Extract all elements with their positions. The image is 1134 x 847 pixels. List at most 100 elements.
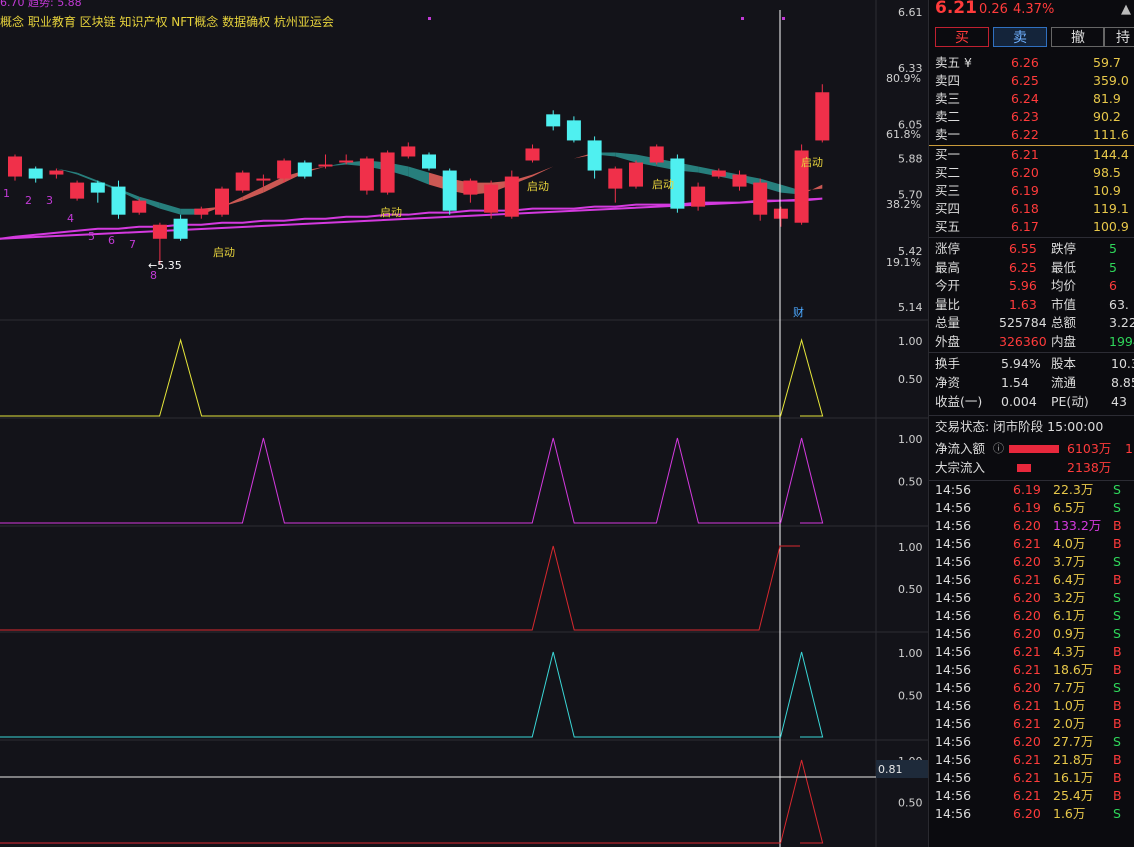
- candle: [70, 182, 85, 199]
- tick-side: B: [1113, 752, 1122, 767]
- buy-button[interactable]: 买: [935, 27, 989, 47]
- candle: [173, 218, 188, 239]
- marker-dot: [782, 17, 785, 20]
- candle: [773, 208, 788, 219]
- tick-side: S: [1113, 482, 1121, 497]
- tick-price: 6.19: [1013, 500, 1041, 515]
- stat-value: 5.96: [1009, 278, 1037, 293]
- candle: [484, 184, 499, 213]
- tick-row: 14:56 6.20 27.7万 S: [929, 733, 1134, 751]
- price-change: 0.26: [979, 2, 1008, 17]
- sell-order-row: 卖二 6.23 90.2: [929, 108, 1134, 126]
- tick-row: 14:56 6.20 6.1万 S: [929, 607, 1134, 625]
- cancel-button[interactable]: 撤: [1051, 27, 1105, 47]
- tick-side: B: [1113, 572, 1122, 587]
- tick-time: 14:56: [935, 626, 972, 641]
- tick-time: 14:56: [935, 500, 972, 515]
- candle: [649, 146, 664, 163]
- wave-label: 7: [129, 238, 136, 251]
- block-inflow-row: 大宗流入 2138万: [935, 460, 1112, 475]
- stat-value: 1.63: [1009, 296, 1037, 312]
- stat-value: 8.85: [1111, 375, 1134, 390]
- start-signal-label: 启动: [652, 178, 674, 191]
- tick-time: 14:56: [935, 680, 972, 695]
- order-price: 6.22: [1011, 127, 1039, 142]
- candle: [256, 178, 271, 181]
- tick-volume: 6.5万: [1053, 500, 1086, 515]
- stat-value: 6.55: [1009, 241, 1037, 256]
- order-price: 6.19: [1011, 183, 1039, 198]
- candle: [318, 164, 333, 167]
- wave-label: 3: [46, 194, 53, 207]
- tick-volume: 1.0万: [1053, 698, 1086, 713]
- indicator-axis-label: 0.50: [898, 690, 923, 703]
- order-label: 买五: [935, 219, 961, 234]
- tick-volume: 3.7万: [1053, 554, 1086, 569]
- tick-price: 6.20: [1013, 518, 1041, 533]
- candle: [401, 146, 416, 157]
- tick-side: B: [1113, 716, 1122, 731]
- tick-time: 14:56: [935, 536, 972, 551]
- candle: [132, 200, 147, 213]
- kline-chart-area[interactable]: 6.61 6.33 6.05 5.88 5.70 5.42 5.14 80.9% 61.8% 38…: [0, 0, 928, 847]
- tick-volume: 27.7万: [1053, 734, 1094, 749]
- stat-value: 5: [1109, 259, 1117, 275]
- marker-dot: [428, 17, 431, 20]
- candle: [215, 188, 229, 215]
- order-volume: 359.0: [1093, 73, 1129, 88]
- kline-chart[interactable]: 6.616.336.055.885.705.425.1480.9%61.8%38…: [0, 0, 928, 847]
- position-button[interactable]: 持: [1103, 27, 1134, 47]
- stat-value: 6.25: [1009, 259, 1037, 275]
- stat-key: 最低: [1051, 259, 1077, 275]
- candle: [546, 114, 561, 127]
- sell-button[interactable]: 卖: [993, 27, 1047, 47]
- stat-key: 涨停: [935, 241, 961, 256]
- stat-value: 0.004: [1001, 394, 1037, 409]
- candle: [753, 182, 768, 215]
- sell-order-row: 卖三 6.24 81.9: [929, 90, 1134, 108]
- candle: [8, 156, 22, 177]
- stat-value: 6: [1109, 278, 1117, 293]
- tick-row: 14:56 6.21 18.6万 B: [929, 661, 1134, 679]
- tick-side: B: [1113, 518, 1122, 533]
- tick-volume: 22.3万: [1053, 482, 1094, 497]
- candle: [587, 140, 602, 171]
- tick-time: 14:56: [935, 644, 972, 659]
- start-signal-label: 启动: [380, 206, 402, 219]
- fib-pct-label: 19.1%: [886, 256, 921, 269]
- tick-side: S: [1113, 806, 1121, 821]
- tick-price: 6.20: [1013, 734, 1041, 749]
- candle: [815, 92, 830, 141]
- tick-row: 14:56 6.20 3.2万 S: [929, 589, 1134, 607]
- order-label: 卖二: [935, 109, 961, 124]
- stat-key: 最高: [935, 259, 961, 275]
- stat-value: 63.: [1109, 296, 1129, 312]
- info-icon[interactable]: ⓘ: [993, 440, 1004, 458]
- stat-key: PE(动): [1051, 394, 1089, 409]
- candle: [297, 162, 312, 177]
- tick-side: S: [1113, 590, 1121, 605]
- tick-volume: 6.4万: [1053, 572, 1086, 587]
- stat-row: 外盘 326360内盘 1994: [929, 333, 1134, 351]
- sell-order-row: 卖四 6.25 359.0: [929, 72, 1134, 90]
- tick-time: 14:56: [935, 806, 972, 821]
- fib-pct-label: 38.2%: [886, 198, 921, 211]
- indicator-header: 6.70 趋势: 5.88: [0, 0, 82, 9]
- order-price: 6.21: [1011, 147, 1039, 162]
- tick-volume: 18.6万: [1053, 662, 1094, 677]
- fib-pct-label: 61.8%: [886, 128, 921, 141]
- candle: [566, 120, 581, 141]
- tick-time: 14:56: [935, 482, 972, 497]
- tick-time: 14:56: [935, 572, 972, 587]
- candle: [732, 174, 747, 187]
- candle: [463, 180, 478, 195]
- tick-price: 6.19: [1013, 482, 1041, 497]
- candle: [608, 168, 623, 189]
- order-volume: 81.9: [1093, 91, 1121, 106]
- stat-row: 今开 5.96 均价 6: [929, 277, 1134, 295]
- settings-icon[interactable]: ▲: [1121, 2, 1131, 17]
- last-value-label: 0.81: [878, 763, 903, 776]
- stat-key: 总量: [935, 315, 961, 330]
- stat-key: 净资: [935, 375, 961, 390]
- block-inflow-bar: [1017, 464, 1031, 472]
